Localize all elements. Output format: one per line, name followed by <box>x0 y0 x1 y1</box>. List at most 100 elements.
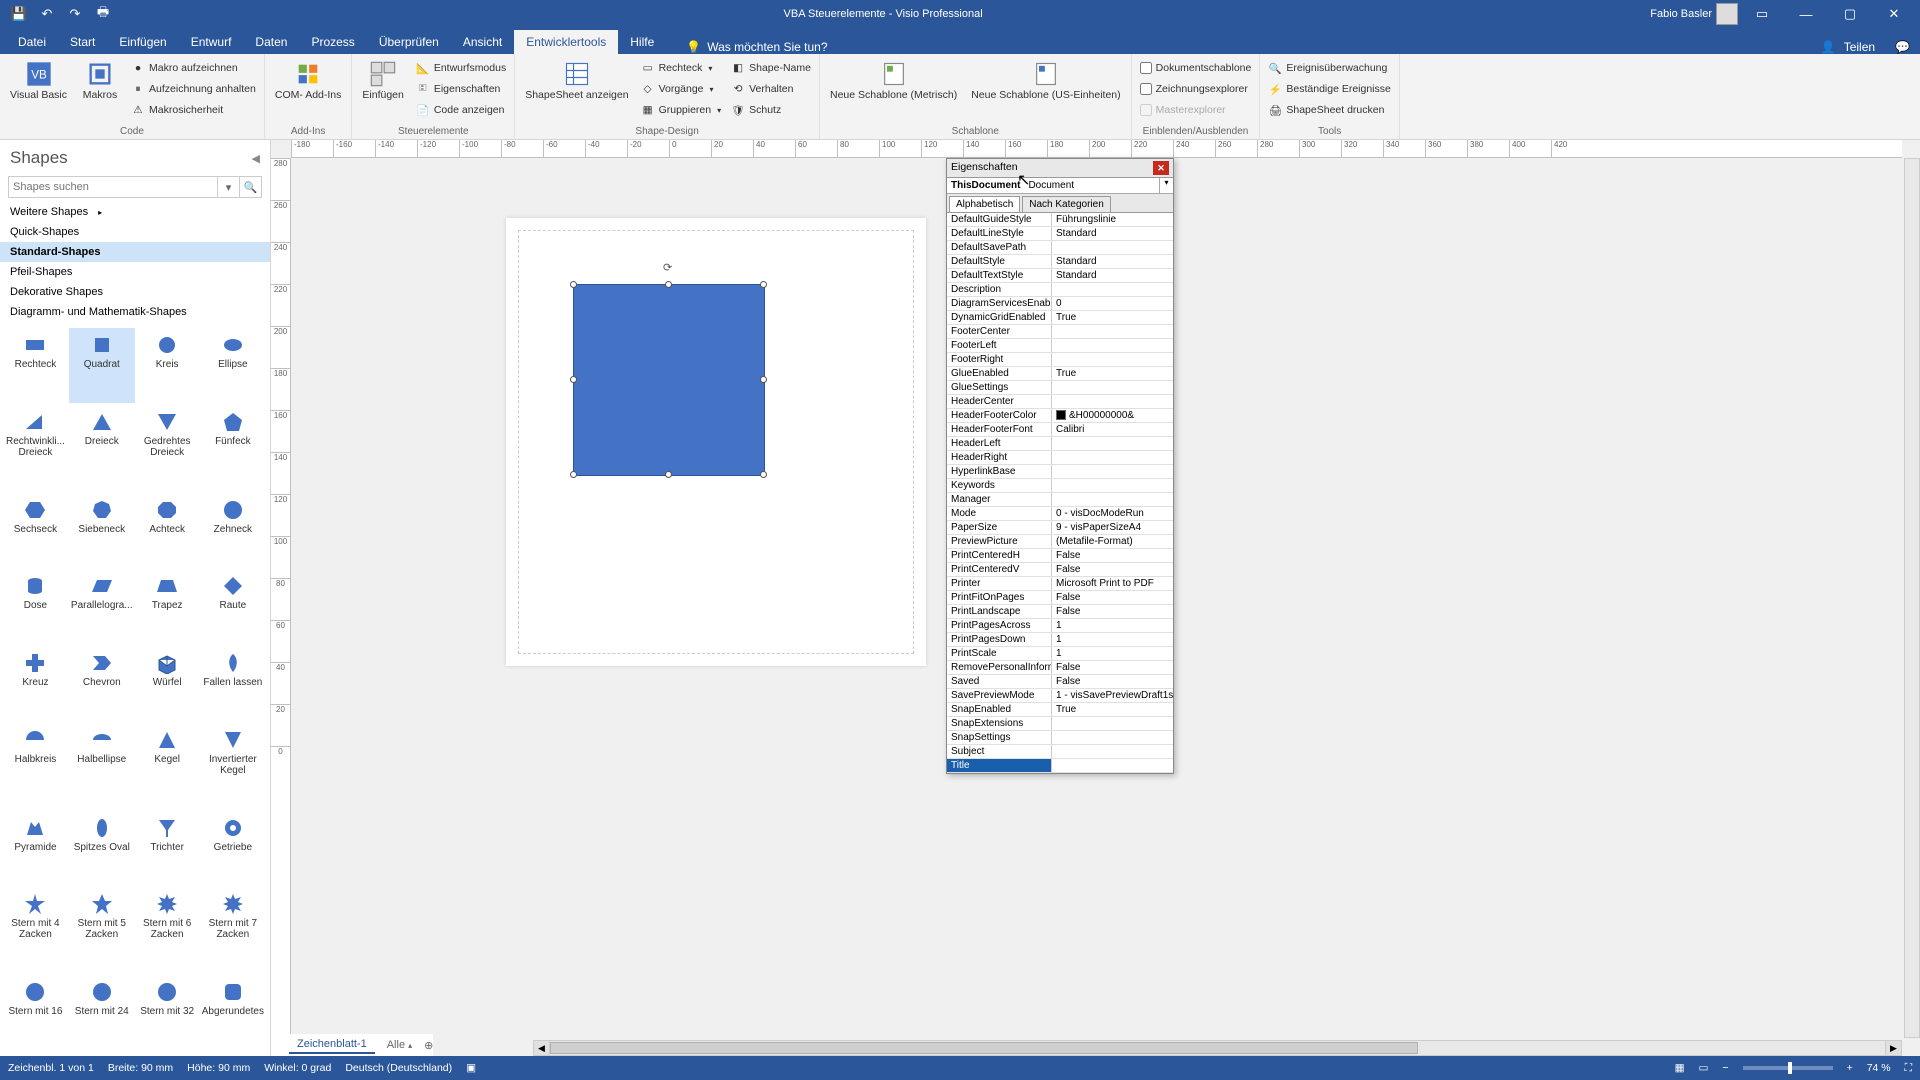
property-row[interactable]: PaperSize9 - visPaperSizeA4 <box>947 521 1173 535</box>
resize-handle[interactable] <box>570 471 577 478</box>
resize-handle[interactable] <box>570 376 577 383</box>
zoom-level[interactable]: 74 % <box>1867 1062 1891 1074</box>
property-value[interactable] <box>1052 493 1173 506</box>
property-value[interactable]: Führungslinie <box>1052 213 1173 226</box>
property-row[interactable]: SavePreviewMode1 - visSavePreviewDraft1s… <box>947 689 1173 703</box>
rotate-handle-icon[interactable]: ⟳ <box>663 261 672 274</box>
property-row[interactable]: PrintFitOnPagesFalse <box>947 591 1173 605</box>
property-value[interactable]: False <box>1052 549 1173 562</box>
schutz-button[interactable]: 🛡Schutz <box>731 100 811 120</box>
shape-item[interactable]: Chevron <box>69 646 135 721</box>
shape-item[interactable]: Zehneck <box>200 493 266 568</box>
zoom-out-icon[interactable]: − <box>1722 1062 1728 1074</box>
shape-item[interactable]: Getriebe <box>200 811 266 886</box>
tab-daten[interactable]: Daten <box>243 30 299 54</box>
resize-handle[interactable] <box>760 471 767 478</box>
shape-item[interactable]: Halbellipse <box>69 723 135 809</box>
status-language[interactable]: Deutsch (Deutschland) <box>345 1062 452 1074</box>
property-value[interactable]: Standard <box>1052 227 1173 240</box>
property-row[interactable]: PrintPagesAcross1 <box>947 619 1173 633</box>
print-shapesheet-button[interactable]: 🖨ShapeSheet drucken <box>1268 100 1390 120</box>
pause-record-button[interactable]: ⏸Aufzeichnung anhalten <box>131 79 256 99</box>
shape-item[interactable]: Quadrat <box>69 328 135 403</box>
shape-item[interactable]: Rechteck <box>4 328 67 403</box>
persistent-events-button[interactable]: ⚡Beständige Ereignisse <box>1268 79 1390 99</box>
shape-item[interactable]: Abgerundetes <box>200 975 266 1050</box>
property-row[interactable]: PrintLandscapeFalse <box>947 605 1173 619</box>
shape-item[interactable]: GedrehtesDreieck <box>137 405 198 491</box>
property-value[interactable]: 0 <box>1052 297 1173 310</box>
property-value[interactable] <box>1052 465 1173 478</box>
shape-item[interactable]: Parallelogra... <box>69 569 135 644</box>
property-row[interactable]: HeaderFooterColor&H00000000& <box>947 409 1173 423</box>
property-value[interactable]: 0 - visDocModeRun <box>1052 507 1173 520</box>
object-selector[interactable]: ThisDocument Document ▾ <box>947 178 1173 194</box>
shape-item[interactable]: Siebeneck <box>69 493 135 568</box>
shape-item[interactable]: Trapez <box>137 569 198 644</box>
ribbon-display-icon[interactable]: ▭ <box>1742 0 1782 28</box>
property-value[interactable]: 1 - visSavePreviewDraft1st <box>1052 689 1173 702</box>
view-switch-icon[interactable]: ▭ <box>1699 1062 1709 1074</box>
zoom-slider[interactable] <box>1743 1066 1833 1070</box>
property-value[interactable] <box>1052 395 1173 408</box>
tab-datei[interactable]: Datei <box>6 30 58 54</box>
com-addins-button[interactable]: COM- Add-Ins <box>269 56 348 102</box>
property-row[interactable]: HeaderRight <box>947 451 1173 465</box>
property-value[interactable]: 1 <box>1052 633 1173 646</box>
viewcode-button[interactable]: 📄Code anzeigen <box>416 100 506 120</box>
canvas-inner[interactable]: ⟳ Eigenschaften ✕ ThisDocument Document <box>291 158 1902 1038</box>
properties-titlebar[interactable]: Eigenschaften ✕ <box>947 159 1173 178</box>
tab-prozess[interactable]: Prozess <box>299 30 366 54</box>
shape-category[interactable]: Dekorative Shapes <box>0 282 270 302</box>
property-value[interactable]: False <box>1052 605 1173 618</box>
property-value[interactable]: 1 <box>1052 647 1173 660</box>
tab-überprüfen[interactable]: Überprüfen <box>367 30 451 54</box>
tab-entwicklertools[interactable]: Entwicklertools <box>514 30 618 54</box>
property-row[interactable]: SnapSettings <box>947 731 1173 745</box>
shape-item[interactable]: Stern mit 4Zacken <box>4 887 67 973</box>
property-value[interactable] <box>1052 717 1173 730</box>
property-value[interactable]: False <box>1052 563 1173 576</box>
new-stencil-metric-button[interactable]: Neue Schablone (Metrisch) <box>824 56 963 102</box>
property-row[interactable]: DefaultTextStyleStandard <box>947 269 1173 283</box>
scroll-right-icon[interactable]: ▶ <box>1885 1041 1901 1055</box>
property-value[interactable]: True <box>1052 311 1173 324</box>
property-value[interactable] <box>1052 759 1173 772</box>
property-value[interactable]: False <box>1052 591 1173 604</box>
property-row[interactable]: Description <box>947 283 1173 297</box>
property-row[interactable]: Title <box>947 759 1173 773</box>
property-row[interactable]: GlueEnabledTrue <box>947 367 1173 381</box>
redo-icon[interactable]: ↷ <box>62 3 88 25</box>
property-value[interactable]: Standard <box>1052 269 1173 282</box>
shape-search-input[interactable] <box>9 177 217 197</box>
tell-me[interactable]: 💡 Was möchten Sie tun? <box>686 40 827 54</box>
search-icon[interactable]: 🔍 <box>239 177 261 197</box>
sheet-tab-all[interactable]: Alle ▴ <box>381 1037 418 1053</box>
property-value[interactable] <box>1052 479 1173 492</box>
property-row[interactable]: PreviewPicture(Metafile-Format) <box>947 535 1173 549</box>
search-dropdown-icon[interactable]: ▾ <box>217 177 239 197</box>
shape-item[interactable]: Fünfeck <box>200 405 266 491</box>
fit-page-icon[interactable]: ⛶ <box>1905 1062 1912 1075</box>
shape-category[interactable]: Standard-Shapes <box>0 242 270 262</box>
property-row[interactable]: HeaderFooterFontCalibri <box>947 423 1173 437</box>
property-row[interactable]: HyperlinkBase <box>947 465 1173 479</box>
property-row[interactable]: PrinterMicrosoft Print to PDF <box>947 577 1173 591</box>
macro-record-icon[interactable]: ▣ <box>466 1062 476 1074</box>
chevron-down-icon[interactable]: ▾ <box>1159 178 1173 193</box>
shape-item[interactable]: Spitzes Oval <box>69 811 135 886</box>
property-row[interactable]: FooterRight <box>947 353 1173 367</box>
property-row[interactable]: HeaderCenter <box>947 395 1173 409</box>
property-value[interactable]: True <box>1052 367 1173 380</box>
property-row[interactable]: Subject <box>947 745 1173 759</box>
shape-item[interactable]: Trichter <box>137 811 198 886</box>
resize-handle[interactable] <box>665 471 672 478</box>
resize-handle[interactable] <box>760 376 767 383</box>
property-value[interactable]: False <box>1052 661 1173 674</box>
property-value[interactable]: Standard <box>1052 255 1173 268</box>
shape-item[interactable]: Stern mit 32 <box>137 975 198 1050</box>
property-value[interactable] <box>1052 241 1173 254</box>
property-value[interactable]: Calibri <box>1052 423 1173 436</box>
visual-basic-button[interactable]: VB Visual Basic <box>4 56 73 102</box>
property-row[interactable]: GlueSettings <box>947 381 1173 395</box>
